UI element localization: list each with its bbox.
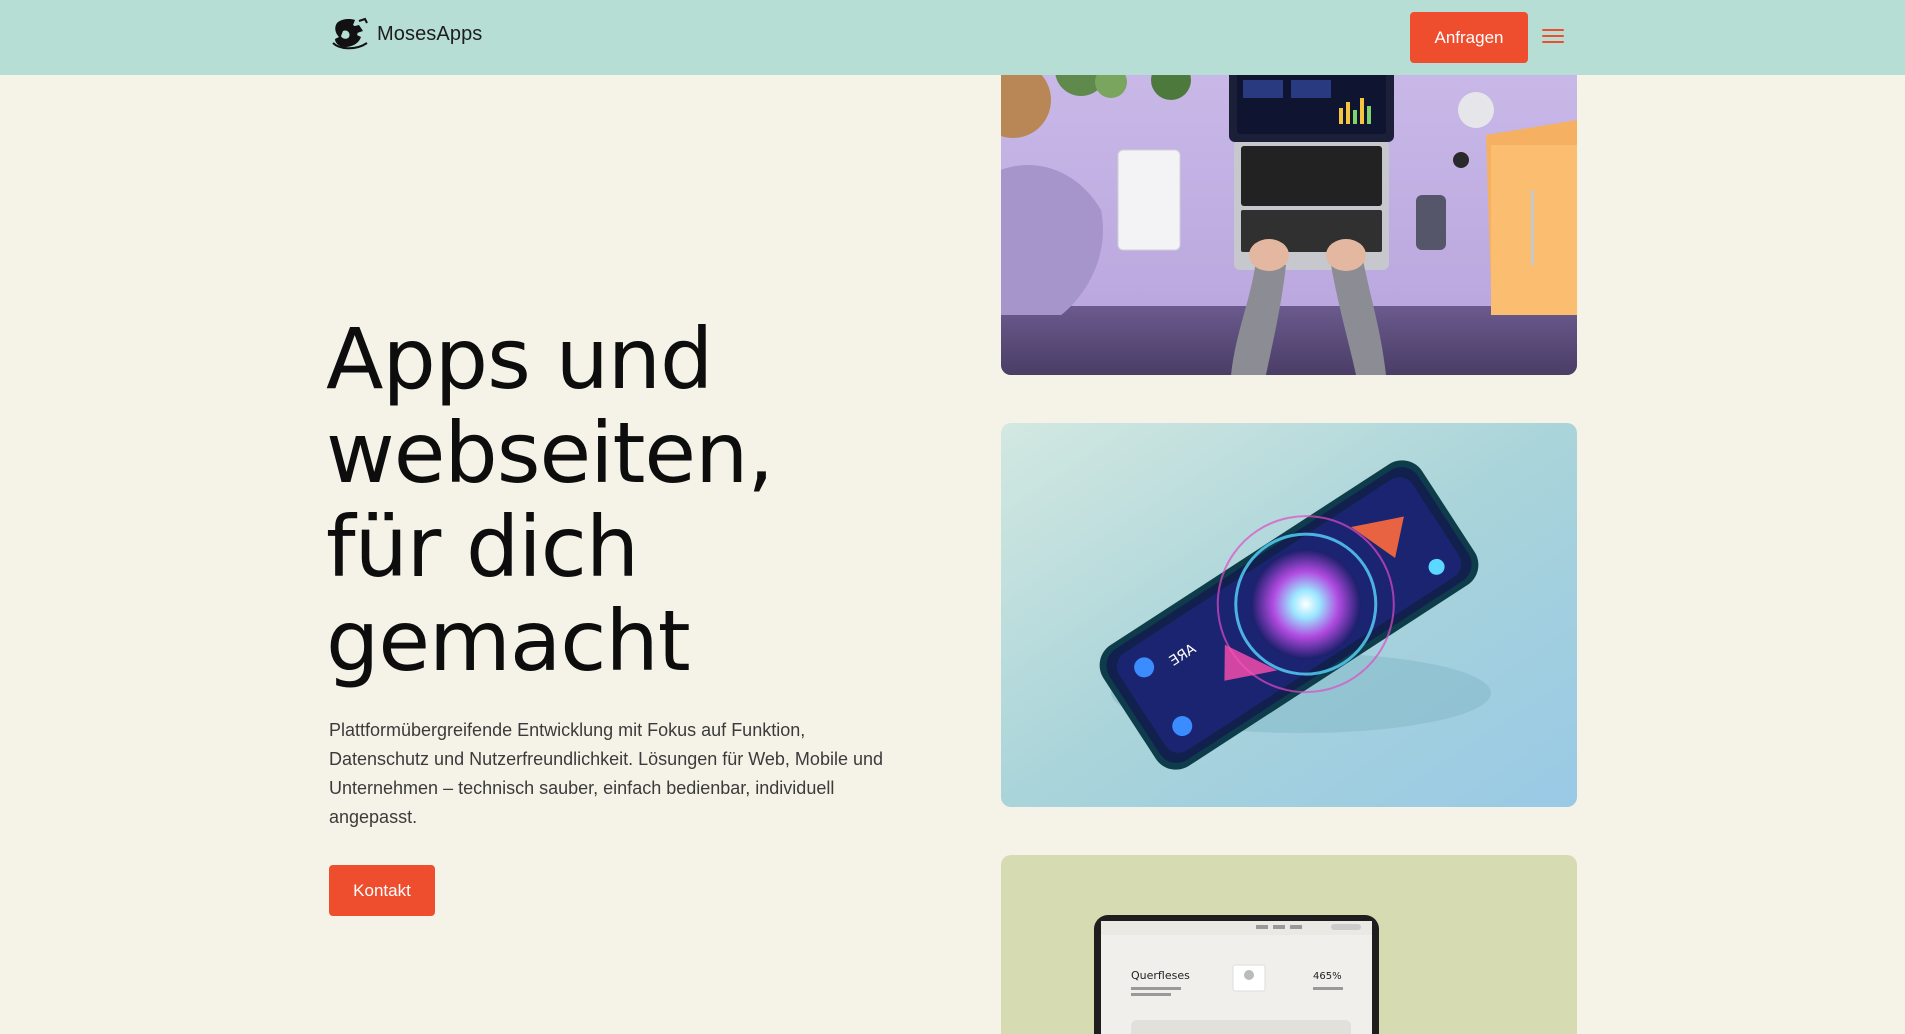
desk-laptop-illustration <box>1001 60 1577 375</box>
hero-title-line: gemacht <box>326 592 691 690</box>
dashboard-laptop-image: Querfleses 465% <box>1001 855 1577 1034</box>
hamburger-menu-bar <box>1542 41 1564 43</box>
hamburger-menu-bar <box>1542 35 1564 37</box>
anfragen-button[interactable]: Anfragen <box>1410 12 1528 63</box>
smartphone-illustration: ƎЯA <box>1001 423 1577 807</box>
laptop-screen-stat: 465% <box>1313 971 1342 982</box>
hero-title-line: Apps und <box>326 310 713 408</box>
desk-laptop-image <box>1001 60 1577 375</box>
site-header: MosesApps Anfragen <box>0 0 1905 75</box>
dashboard-laptop-illustration: Querfleses 465% <box>1001 855 1577 1034</box>
smartphone-image: ƎЯA <box>1001 423 1577 807</box>
hero-title-line: für dich <box>326 498 639 596</box>
kontakt-button[interactable]: Kontakt <box>329 865 435 916</box>
laptop-screen-title: Querfleses <box>1131 969 1190 982</box>
page: MosesApps Anfragen Apps und webseiten, f… <box>0 0 1905 1034</box>
brand-name: MosesApps <box>377 22 483 45</box>
mosesapps-logo-icon <box>332 17 368 50</box>
hamburger-menu-icon <box>1542 29 1564 31</box>
hero-title: Apps und webseiten, für dich gemacht <box>326 312 886 688</box>
hamburger-menu-button[interactable] <box>1538 24 1568 50</box>
brand-link[interactable]: MosesApps <box>329 17 482 51</box>
hero-description: Plattformübergreifende Entwicklung mit F… <box>329 720 883 827</box>
hero-title-line: webseiten, <box>326 404 774 502</box>
